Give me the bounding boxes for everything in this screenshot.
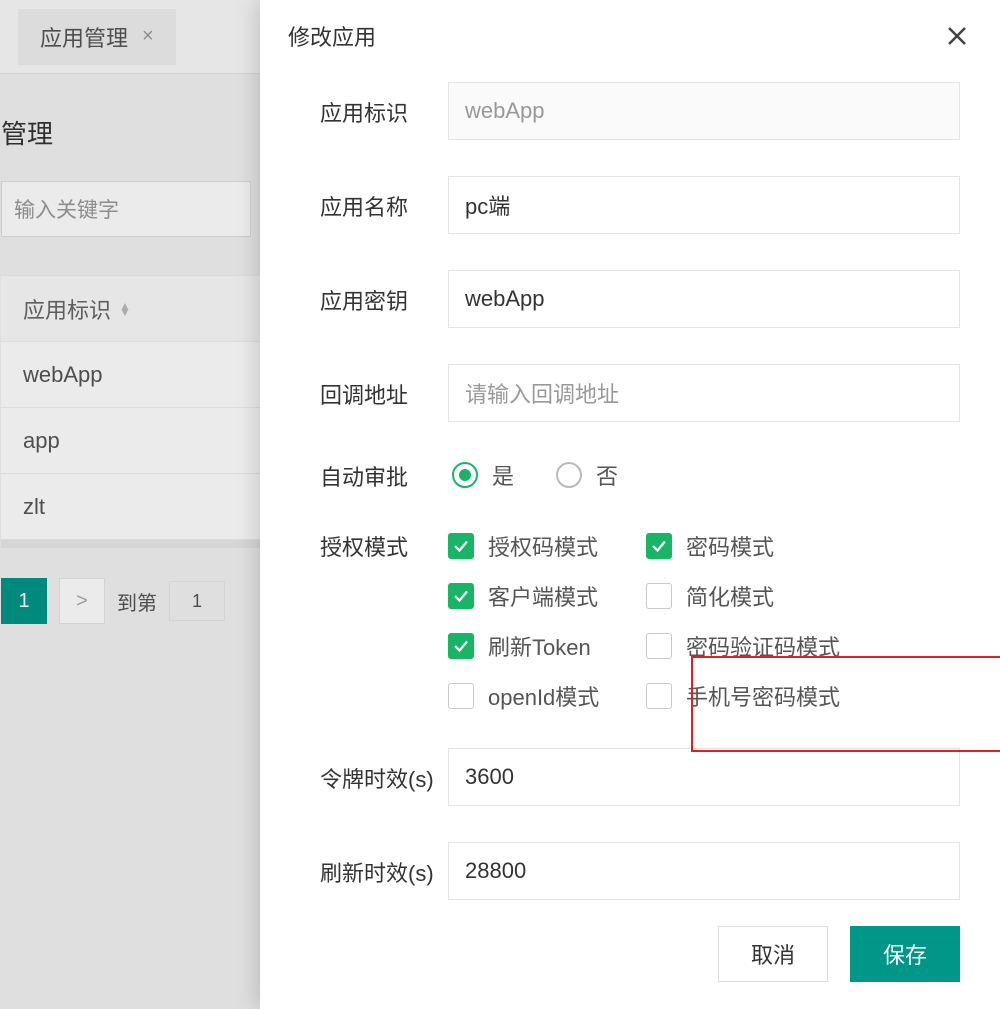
checkbox-grant-type[interactable]: 客户端模式 [448, 580, 646, 612]
checkbox-grant-type[interactable]: 简化模式 [646, 580, 876, 612]
checkbox-grant-type[interactable]: 手机号密码模式 [646, 680, 876, 712]
checkbox-label: 密码验证码模式 [686, 630, 840, 662]
label-token-ttl: 令牌时效(s) [320, 760, 448, 794]
label-app-id: 应用标识 [320, 94, 448, 128]
label-refresh-ttl: 刷新时效(s) [320, 854, 448, 888]
checkbox-icon [448, 533, 474, 559]
checkbox-label: 客户端模式 [488, 580, 598, 612]
modal-header: 修改应用 [260, 0, 1000, 72]
checkbox-icon [448, 633, 474, 659]
edit-app-modal: 修改应用 应用标识 webApp 应用名称 pc端 应用密钥 webApp 回调… [260, 0, 1000, 1009]
checkbox-icon [646, 633, 672, 659]
checkbox-icon [646, 533, 672, 559]
grant-types-group: 授权码模式 密码模式客户端模式 简化模式刷新Token 密码验证码模式 openId模式… [448, 528, 876, 712]
label-grant-types: 授权模式 [320, 528, 448, 562]
checkbox-icon [646, 583, 672, 609]
checkbox-label: 授权码模式 [488, 530, 598, 562]
modal-footer: 取消 保存 [260, 899, 1000, 1009]
close-icon[interactable] [942, 21, 972, 51]
save-button[interactable]: 保存 [850, 926, 960, 982]
checkbox-label: 刷新Token [488, 630, 591, 662]
checkbox-label: 简化模式 [686, 580, 774, 612]
radio-no[interactable]: 否 [556, 459, 618, 491]
cancel-button[interactable]: 取消 [718, 926, 828, 982]
modal-title: 修改应用 [288, 20, 376, 52]
app-secret-field[interactable]: webApp [448, 270, 960, 328]
checkbox-grant-type[interactable]: openId模式 [448, 680, 646, 712]
checkbox-grant-type[interactable]: 刷新Token [448, 630, 646, 662]
label-app-secret: 应用密钥 [320, 282, 448, 316]
edit-app-form: 应用标识 webApp 应用名称 pc端 应用密钥 webApp 回调地址 请输… [260, 72, 1000, 900]
radio-icon [452, 462, 478, 488]
checkbox-label: 手机号密码模式 [686, 680, 840, 712]
label-callback: 回调地址 [320, 376, 448, 410]
app-id-field: webApp [448, 82, 960, 140]
callback-field[interactable]: 请输入回调地址 [448, 364, 960, 422]
checkbox-label: openId模式 [488, 680, 599, 712]
radio-yes[interactable]: 是 [452, 459, 514, 491]
label-app-name: 应用名称 [320, 188, 448, 222]
app-name-field[interactable]: pc端 [448, 176, 960, 234]
checkbox-grant-type[interactable]: 密码模式 [646, 530, 876, 562]
label-auto-approve: 自动审批 [320, 458, 448, 492]
checkbox-grant-type[interactable]: 密码验证码模式 [646, 630, 876, 662]
token-ttl-field[interactable]: 3600 [448, 748, 960, 806]
checkbox-grant-type[interactable]: 授权码模式 [448, 530, 646, 562]
checkbox-icon [448, 583, 474, 609]
checkbox-icon [448, 683, 474, 709]
radio-icon [556, 462, 582, 488]
checkbox-icon [646, 683, 672, 709]
auto-approve-radio-group: 是 否 [448, 459, 618, 491]
checkbox-label: 密码模式 [686, 530, 774, 562]
refresh-ttl-field[interactable]: 28800 [448, 842, 960, 900]
